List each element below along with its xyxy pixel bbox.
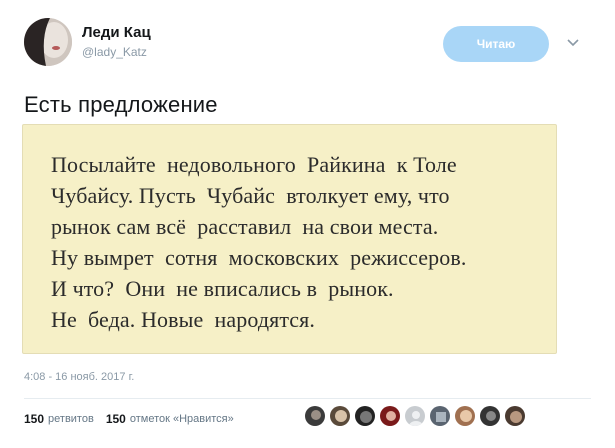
liker-avatar[interactable] [354,405,376,427]
liker-avatar[interactable] [429,405,451,427]
image-text-line: И что? Они не вписались в рынок. [51,276,394,301]
liker-avatar[interactable] [379,405,401,427]
liker-avatar[interactable] [329,405,351,427]
liker-avatar[interactable] [304,405,326,427]
tweet-stats: 150 ретвитов 150 отметок «Нравится» [24,412,246,426]
user-avatar[interactable] [24,18,72,66]
image-text-line: рынок сам всё расставил на свои места. [51,214,439,239]
liker-avatar[interactable] [479,405,501,427]
likes-label[interactable]: отметок «Нравится» [130,413,234,425]
liker-avatar[interactable] [504,405,526,427]
tweet-timestamp[interactable]: 4:08 - 16 нояб. 2017 г. [24,371,134,383]
retweets-label[interactable]: ретвитов [48,413,94,425]
likes-count[interactable]: 150 [106,412,126,426]
image-text-line: Чубайсу. Пусть Чубайс втолкует ему, что [51,183,450,208]
tweet-header: Леди Кац @lady_Katz Читаю [24,16,594,76]
liker-avatars [304,405,529,427]
follow-button[interactable]: Читаю [443,26,549,62]
retweets-count[interactable]: 150 [24,412,44,426]
user-name-block: Леди Кац @lady_Katz [82,24,151,60]
user-display-name[interactable]: Леди Кац [82,24,151,42]
attached-image[interactable]: Посылайте недовольного Райкина к Толе Чуб… [22,124,557,354]
user-handle[interactable]: @lady_Katz [82,44,151,60]
liker-avatar[interactable] [404,405,426,427]
liker-avatar[interactable] [454,405,476,427]
image-text-line: Не беда. Новые народятся. [51,307,315,332]
chevron-down-icon[interactable] [565,34,581,50]
image-text-line: Посылайте недовольного Райкина к Толе [51,152,457,177]
image-text-line: Ну вымрет сотня московских режиссеров. [51,245,467,270]
tweet-text: Есть предложение [24,92,218,117]
image-text: Посылайте недовольного Райкина к Толе Чуб… [51,149,466,335]
divider [24,398,591,399]
